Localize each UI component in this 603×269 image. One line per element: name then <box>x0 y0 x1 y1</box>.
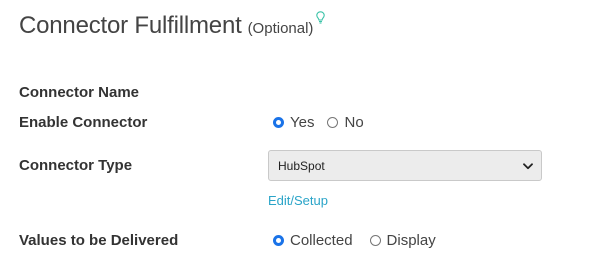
connector-name-label: Connector Name <box>19 84 140 101</box>
enable-yes-label: Yes <box>290 114 315 131</box>
values-delivered-label: Values to be Delivered <box>19 232 179 249</box>
radio-checked-icon[interactable] <box>273 235 284 246</box>
lightbulb-icon[interactable] <box>316 11 326 29</box>
enable-yes-radio[interactable]: Yes <box>273 114 314 131</box>
enable-no-radio[interactable]: No <box>327 114 364 131</box>
values-delivered-radio-group: Collected Display <box>273 232 436 249</box>
section-title: Connector Fulfillment <box>19 12 242 39</box>
enable-no-label: No <box>344 114 364 131</box>
edit-setup-link[interactable]: Edit/Setup <box>268 193 328 208</box>
optional-tag: (Optional) <box>247 20 314 37</box>
collected-label: Collected <box>290 232 353 249</box>
enable-connector-radio-group: Yes No <box>273 114 364 131</box>
display-radio[interactable]: Display <box>369 232 436 249</box>
connector-type-label: Connector Type <box>19 157 133 174</box>
radio-unchecked-icon[interactable] <box>369 235 381 246</box>
connector-type-select[interactable]: HubSpot <box>268 150 542 181</box>
radio-checked-icon[interactable] <box>273 117 284 128</box>
collected-radio[interactable]: Collected <box>273 232 353 249</box>
connector-type-value: HubSpot <box>278 158 325 173</box>
radio-unchecked-icon[interactable] <box>327 117 339 128</box>
display-label: Display <box>386 232 436 249</box>
enable-connector-label: Enable Connector <box>19 114 148 131</box>
section-header: Connector Fulfillment (Optional) <box>19 11 326 40</box>
chevron-down-icon <box>523 159 533 173</box>
